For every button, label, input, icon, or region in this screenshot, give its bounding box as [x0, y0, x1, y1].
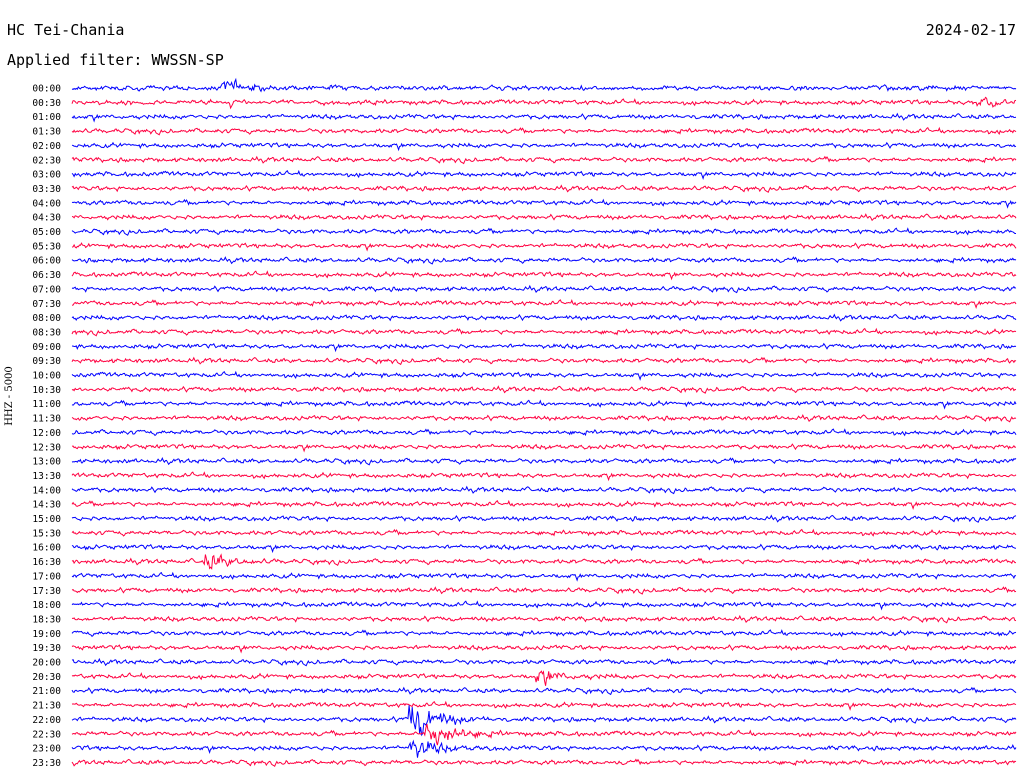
row-label: 22:30: [32, 729, 61, 740]
row-label: 04:00: [32, 198, 61, 209]
row-label: 11:30: [32, 414, 61, 425]
trace-row-1600: [71, 543, 1017, 554]
trace-row-0100: [71, 112, 1017, 123]
row-label: 09:00: [32, 342, 61, 353]
trace-row-0230: [71, 155, 1017, 165]
trace-row-2230: [71, 723, 1017, 746]
trace-row-0700: [71, 284, 1017, 294]
row-label: 16:00: [32, 543, 61, 554]
trace-row-0600: [71, 256, 1017, 265]
trace-row-0000: [71, 77, 1017, 93]
trace-row-1430: [71, 499, 1017, 510]
row-label: 02:00: [32, 141, 61, 152]
trace-row-1000: [71, 370, 1017, 381]
row-label: 23:30: [32, 758, 61, 769]
row-label: 12:00: [32, 428, 61, 439]
row-label: 00:00: [32, 84, 61, 95]
trace-row-0200: [71, 141, 1017, 152]
trace-row-1930: [71, 644, 1017, 654]
row-label: 05:00: [32, 227, 61, 238]
row-label: 11:00: [32, 399, 61, 410]
row-label: 03:30: [32, 184, 61, 195]
trace-row-0130: [71, 126, 1017, 136]
row-label: 16:30: [32, 557, 61, 568]
row-label: 08:30: [32, 327, 61, 338]
row-label: 17:00: [32, 571, 61, 582]
trace-row-1100: [71, 399, 1017, 410]
trace-row-0800: [71, 313, 1017, 322]
row-label: 19:00: [32, 629, 61, 640]
trace-row-2130: [71, 700, 1017, 711]
trace-row-0400: [71, 198, 1017, 209]
row-label: 10:30: [32, 385, 61, 396]
trace-row-2300: [71, 739, 1017, 758]
row-label: 21:30: [32, 701, 61, 712]
row-label: 12:30: [32, 442, 61, 453]
trace-row-1530: [71, 528, 1017, 537]
trace-row-0900: [71, 342, 1017, 353]
trace-row-1900: [71, 629, 1017, 638]
row-label: 13:00: [32, 457, 61, 468]
trace-row-1200: [71, 428, 1017, 437]
trace-row-2030: [71, 670, 1017, 686]
row-label: 22:00: [32, 715, 61, 726]
row-label: 20:30: [32, 672, 61, 683]
row-label: 18:00: [32, 600, 61, 611]
trace-row-2000: [71, 657, 1017, 667]
row-label: 05:30: [32, 241, 61, 252]
trace-row-1800: [71, 600, 1017, 611]
row-label: 20:00: [32, 658, 61, 669]
row-label: 15:00: [32, 514, 61, 525]
row-label: 02:30: [32, 155, 61, 166]
row-label: 21:00: [32, 686, 61, 697]
row-label: 06:00: [32, 256, 61, 267]
traces: [71, 77, 1017, 767]
row-label: 03:00: [32, 170, 61, 181]
trace-row-1730: [71, 586, 1017, 595]
trace-row-0530: [71, 242, 1017, 252]
row-label: 19:30: [32, 643, 61, 654]
trace-row-0330: [71, 184, 1017, 193]
row-label: 14:30: [32, 500, 61, 511]
row-label: 07:30: [32, 299, 61, 310]
trace-row-1700: [71, 571, 1017, 582]
row-label: 15:30: [32, 528, 61, 539]
row-label: 08:00: [32, 313, 61, 324]
row-label: 04:30: [32, 213, 61, 224]
trace-row-0500: [71, 227, 1016, 236]
row-label: 14:00: [32, 485, 61, 496]
trace-row-0630: [71, 270, 1017, 281]
trace-row-2100: [71, 686, 1017, 696]
row-label: 23:00: [32, 744, 61, 755]
row-label: 06:30: [32, 270, 61, 281]
trace-row-2330: [71, 758, 1017, 767]
trace-row-0930: [71, 356, 1017, 366]
trace-row-1230: [71, 443, 1017, 453]
trace-row-1830: [71, 614, 1017, 624]
trace-row-1400: [71, 485, 1017, 495]
trace-row-2200: [71, 705, 1017, 737]
row-label: 09:30: [32, 356, 61, 367]
row-label: 01:00: [32, 112, 61, 123]
trace-row-0030: [71, 96, 1017, 110]
row-label: 07:00: [32, 284, 61, 295]
row-label: 01:30: [32, 127, 61, 138]
row-label: 00:30: [32, 98, 61, 109]
trace-row-0730: [71, 299, 1017, 310]
row-label: 10:00: [32, 371, 61, 382]
row-labels: 00:00 00:30 01:00 01:30 02:00 02:30 03:00 03:30…: [32, 84, 61, 769]
trace-row-1500: [71, 514, 1017, 523]
row-label: 18:30: [32, 614, 61, 625]
trace-row-0300: [71, 169, 1017, 181]
trace-row-1130: [71, 413, 1017, 423]
row-label: 13:30: [32, 471, 61, 482]
row-label: 17:30: [32, 586, 61, 597]
seismogram-plot: 00:00 00:30 01:00 01:30 02:00 02:30 03:00 03:30…: [32, 77, 1017, 769]
trace-row-1030: [71, 385, 1017, 394]
trace-row-0830: [71, 327, 1017, 337]
trace-row-0430: [71, 213, 1017, 222]
trace-row-1300: [71, 456, 1017, 466]
trace-row-1630: [71, 553, 1016, 570]
trace-row-1330: [71, 471, 1017, 482]
